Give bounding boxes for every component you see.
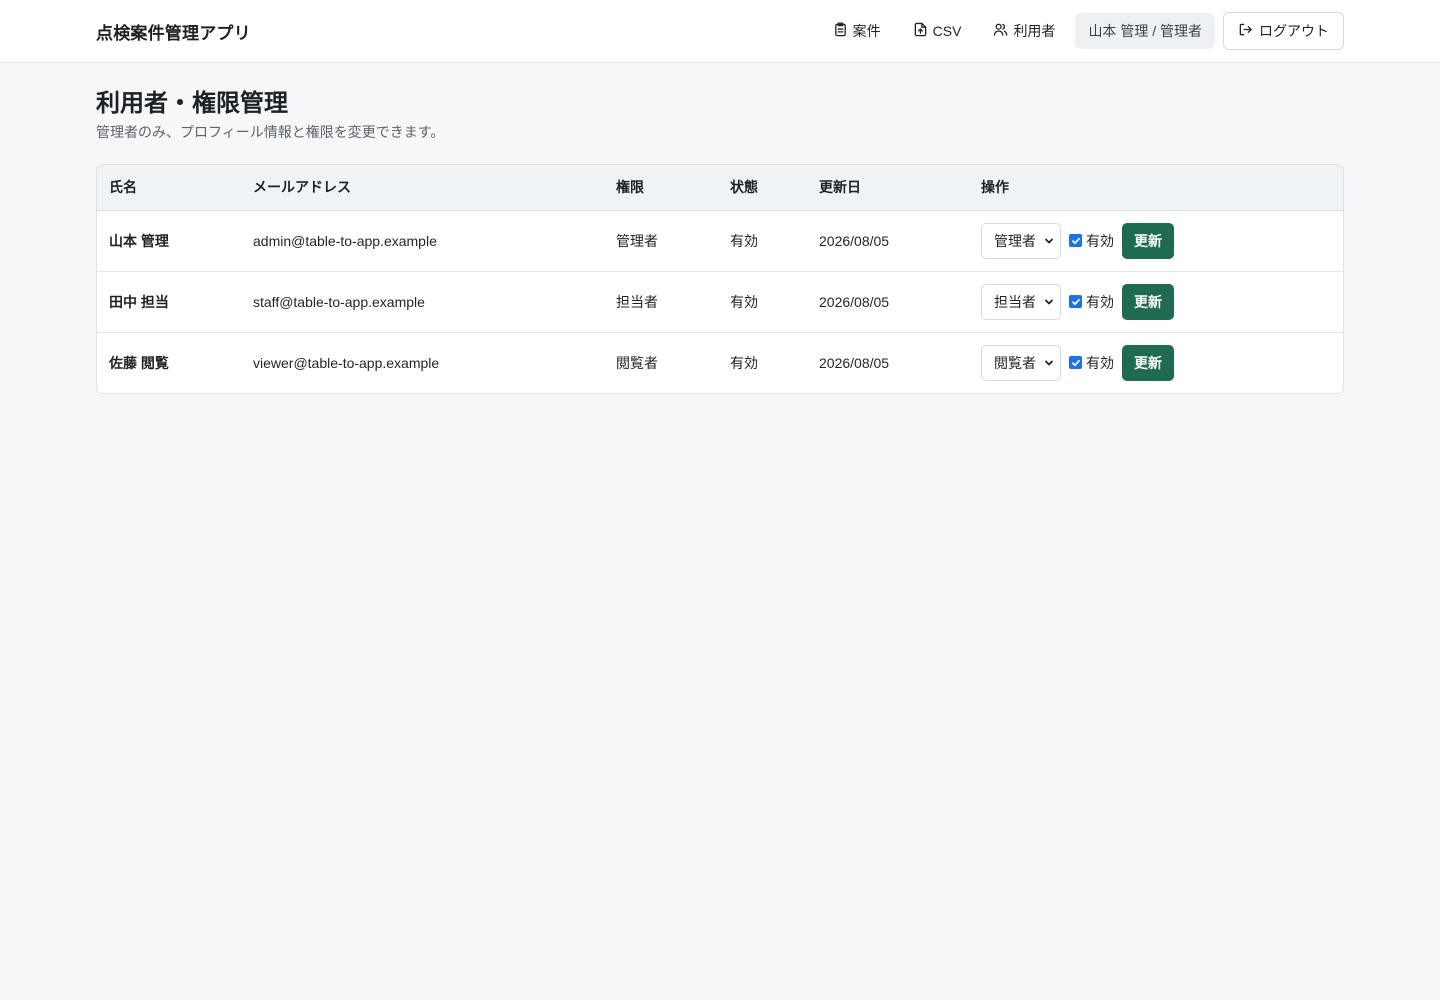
user-status: 有効 [718,271,807,333]
role-select[interactable]: 担当者 [981,283,1061,320]
active-checkbox-toggle[interactable]: 有効 [1069,292,1114,312]
active-checkbox-label: 有効 [1086,354,1114,371]
update-button[interactable]: 更新 [1122,222,1174,259]
user-email: viewer@table-to-app.example [253,354,440,371]
logout-icon [1238,22,1253,40]
clipboard-icon [833,22,848,40]
user-email: admin@table-to-app.example [241,210,604,272]
active-checkbox-label: 有効 [1086,232,1114,249]
nav-item-cases[interactable]: 案件 [821,13,893,49]
column-header-updated: 更新日 [807,165,969,211]
role-select[interactable]: 管理者 [981,222,1061,259]
nav-item-label: 案件 [852,23,881,39]
column-header-status: 状態 [718,165,807,211]
role-select-value: 管理者 [994,232,1036,249]
user-email: staff@table-to-app.example [241,271,604,333]
update-button[interactable]: 更新 [1122,283,1174,320]
users-table-card: 氏名 メールアドレス 権限 状態 更新日 操作 山本 管理 admin@tabl… [96,164,1344,394]
checkbox-checked-icon[interactable] [1069,295,1082,308]
main-content: 利用者・権限管理 管理者のみ、プロフィール情報と権限を変更できます。 氏名 メー… [0,63,1440,394]
users-table: 氏名 メールアドレス 権限 状態 更新日 操作 山本 管理 admin@tabl… [97,165,1343,393]
user-updated-date: 2026/08/05 [819,354,890,371]
active-checkbox-toggle[interactable]: 有効 [1069,353,1114,373]
logout-label: ログアウト [1259,23,1329,39]
user-role: 管理者 [604,210,718,272]
nav-item-csv[interactable]: CSV [901,13,974,49]
column-header-name: 氏名 [97,165,241,211]
user-updated-date: 2026/08/05 [807,271,969,333]
table-row: 田中 担当 staff@table-to-app.example 担当者 有効 … [97,271,1343,333]
update-button[interactable]: 更新 [1122,344,1174,381]
user-name: 山本 管理 [97,210,241,272]
role-select[interactable]: 閲覧者 [981,344,1061,381]
checkbox-checked-icon[interactable] [1069,234,1082,247]
table-header-row: 氏名 メールアドレス 権限 状態 更新日 操作 [97,165,1343,211]
user-updated-date: 2026/08/05 [807,210,969,272]
page-title: 利用者・権限管理 [96,90,288,117]
checkbox-checked-icon[interactable] [1069,356,1082,370]
file-upload-icon [913,22,928,40]
chevron-down-icon [1044,355,1054,371]
column-header-role: 権限 [604,165,718,211]
role-select-value: 閲覧者 [994,354,1036,371]
chevron-down-icon [1044,233,1054,249]
user-role: 担当者 [604,271,718,333]
table-row: 山本 管理 admin@table-to-app.example 管理者 有効 … [97,210,1343,272]
row-actions: 閲覧者 有効 更新 [969,332,1343,393]
logout-button[interactable]: ログアウト [1223,12,1344,50]
nav-item-users[interactable]: 利用者 [981,13,1067,49]
user-name: 田中 担当 [97,271,241,333]
column-header-actions: 操作 [969,165,1343,211]
active-checkbox-toggle[interactable]: 有効 [1069,231,1114,251]
page-description: 管理者のみ、プロフィール情報と権限を変更できます。 [96,124,445,140]
app-title: 点検案件管理アプリ [96,23,251,43]
current-user-chip: 山本 管理 / 管理者 [1075,13,1215,49]
column-header-email: メールアドレス [241,165,604,211]
user-name: 佐藤 閲覧 [109,354,169,371]
top-bar: 点検案件管理アプリ 案件 CSV 利用者 山本 管理 / 管理者 ログアウト [0,0,1440,63]
nav-item-label: CSV [932,23,962,39]
user-status: 有効 [718,210,807,272]
table-row: 佐藤 閲覧 viewer@table-to-app.example 閲覧者 有効… [97,332,1343,393]
chevron-down-icon [1044,294,1054,310]
users-icon [993,22,1008,40]
row-actions: 担当者 有効 更新 [969,271,1343,333]
active-checkbox-label: 有効 [1086,293,1114,310]
user-role: 閲覧者 [616,354,658,371]
row-actions: 管理者 有効 更新 [969,210,1343,272]
top-nav: 案件 CSV 利用者 山本 管理 / 管理者 ログアウト [821,12,1344,50]
user-status: 有効 [730,354,758,371]
role-select-value: 担当者 [994,293,1036,310]
nav-item-label: 利用者 [1013,23,1056,39]
